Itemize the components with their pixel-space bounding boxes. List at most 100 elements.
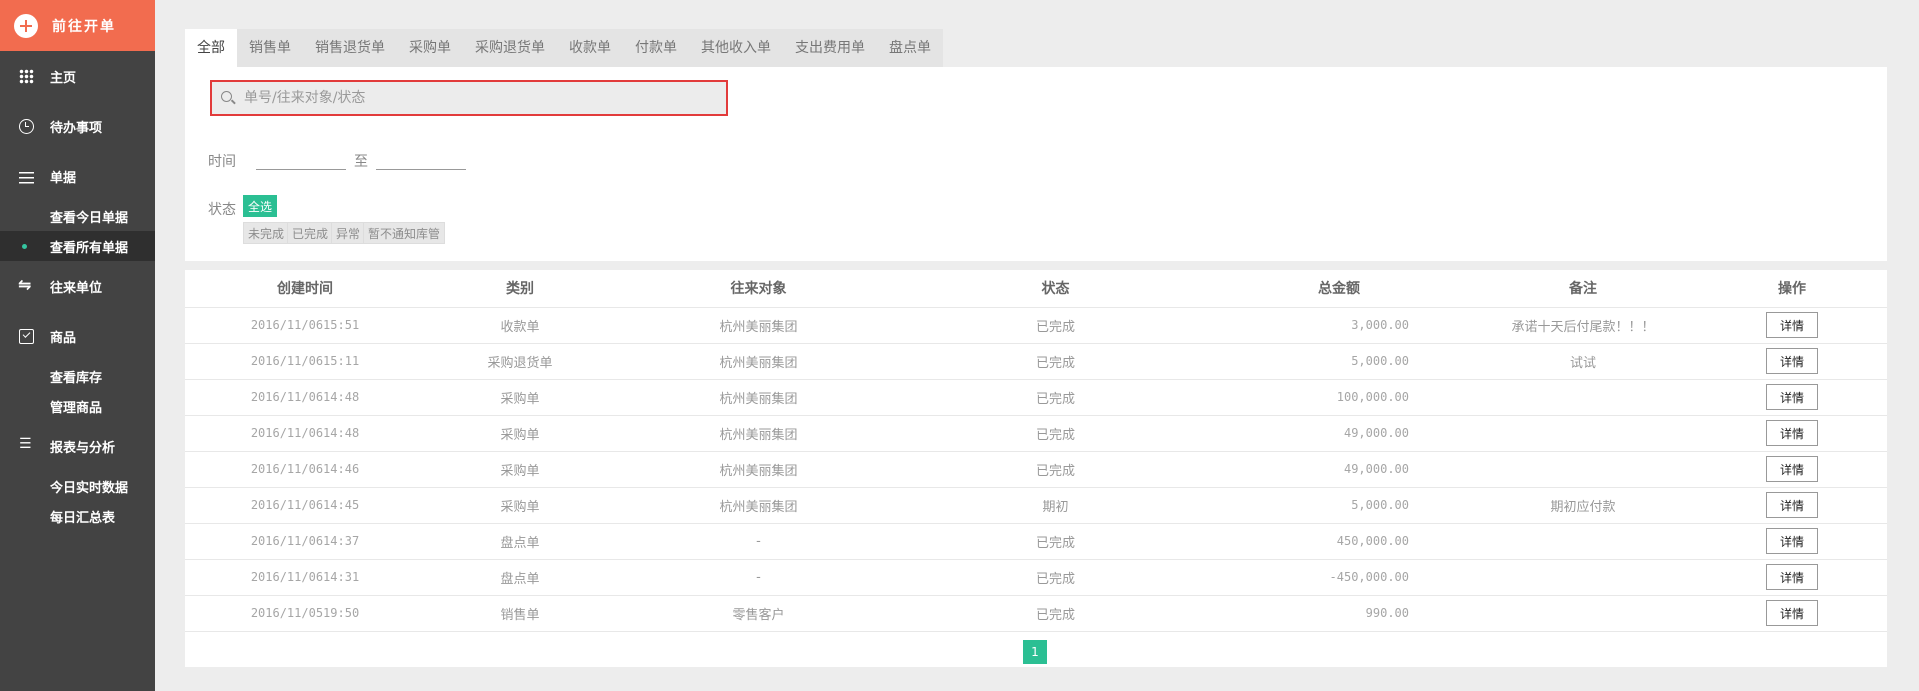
sidebar-item-documents[interactable]: 单据 (0, 151, 155, 201)
list-icon (19, 171, 34, 184)
cell-total-amount: 49,000.00 (1209, 451, 1469, 488)
status-chip-no-notify[interactable]: 暂不通知库管 (363, 222, 446, 244)
detail-button[interactable]: 详情 (1766, 492, 1818, 518)
cell-counterparty: 杭州美丽集团 (615, 343, 902, 380)
cell-category: 盘点单 (425, 559, 615, 596)
tab-4[interactable]: 采购退货单 (463, 29, 557, 67)
swap-icon (18, 275, 34, 294)
sidebar-item-realtime-data[interactable]: 今日实时数据 (0, 471, 155, 501)
status-all-chip[interactable]: 全选 (243, 195, 278, 217)
cell-created-time: 2016/11/0614:37 (185, 523, 425, 560)
cell-created-time: 2016/11/0615:51 (185, 307, 425, 344)
cell-counterparty: 杭州美丽集团 (615, 307, 902, 344)
sidebar-item-partners[interactable]: 往来单位 (0, 261, 155, 311)
cell-remark: 期初应付款 (1469, 487, 1697, 524)
column-header: 类别 (425, 270, 615, 308)
cell-remark (1469, 379, 1697, 416)
new-order-button[interactable]: 前往开单 (0, 0, 155, 51)
cell-remark (1469, 451, 1697, 488)
cell-counterparty: 杭州美丽集团 (615, 415, 902, 452)
page-button-current[interactable]: 1 (1023, 640, 1047, 664)
cell-created-time: 2016/11/0614:31 (185, 559, 425, 596)
cell-category: 采购单 (425, 487, 615, 524)
cell-created-time: 2016/11/0614:48 (185, 415, 425, 452)
sidebar-item-label: 查看今日单据 (50, 210, 129, 226)
cell-status: 已完成 (902, 379, 1209, 416)
detail-button[interactable]: 详情 (1766, 348, 1818, 374)
cell-action: 详情 (1697, 307, 1887, 344)
cell-status: 已完成 (902, 523, 1209, 560)
cell-total-amount: 3,000.00 (1209, 307, 1469, 344)
report-icon (19, 436, 34, 454)
cell-action: 详情 (1697, 379, 1887, 416)
status-chip-incomplete[interactable]: 未完成 (243, 222, 290, 244)
detail-button[interactable]: 详情 (1766, 528, 1818, 554)
sidebar-item-label: 每日汇总表 (50, 510, 116, 526)
end-date-input[interactable] (376, 152, 466, 170)
detail-button[interactable]: 详情 (1766, 312, 1818, 338)
cell-category: 盘点单 (425, 523, 615, 560)
cell-category: 采购单 (425, 379, 615, 416)
tab-0[interactable]: 全部 (185, 29, 237, 67)
sidebar-item-daily-summary[interactable]: 每日汇总表 (0, 501, 155, 531)
column-header: 备注 (1469, 270, 1697, 308)
table-row: 2016/11/0519:50 销售单 零售客户 已完成 990.00 详情 (185, 595, 1887, 632)
table-row: 2016/11/0615:51 收款单 杭州美丽集团 已完成 3,000.00 承诺十天后… (185, 307, 1887, 344)
sidebar-item-label: 报表与分析 (50, 440, 116, 456)
cell-action: 详情 (1697, 559, 1887, 596)
status-chip-abnormal[interactable]: 异常 (331, 222, 366, 244)
sidebar: 前往开单 主页待办事项单据查看今日单据查看所有单据往来单位商品查看库存管理商品报… (0, 0, 155, 691)
tab-1[interactable]: 销售单 (237, 29, 303, 67)
detail-button[interactable]: 详情 (1766, 384, 1818, 410)
detail-button[interactable]: 详情 (1766, 564, 1818, 590)
cell-created-time: 2016/11/0614:46 (185, 451, 425, 488)
cell-category: 收款单 (425, 307, 615, 344)
cell-total-amount: 100,000.00 (1209, 379, 1469, 416)
cell-created-time: 2016/11/0519:50 (185, 595, 425, 632)
sidebar-item-todo[interactable]: 待办事项 (0, 101, 155, 151)
detail-button[interactable]: 详情 (1766, 600, 1818, 626)
tab-3[interactable]: 采购单 (397, 29, 463, 67)
table-row: 2016/11/0614:31 盘点单 - 已完成 -450,000.00 详情 (185, 559, 1887, 596)
check-icon (19, 328, 34, 344)
cell-counterparty: - (615, 523, 902, 560)
tab-9[interactable]: 盘点单 (877, 29, 943, 67)
column-header: 往来对象 (615, 270, 902, 308)
search-icon (221, 91, 232, 102)
sidebar-item-products[interactable]: 商品 (0, 311, 155, 361)
column-header: 总金额 (1209, 270, 1469, 308)
cell-total-amount: 5,000.00 (1209, 487, 1469, 524)
cell-status: 已完成 (902, 595, 1209, 632)
sidebar-item-reports[interactable]: 报表与分析 (0, 421, 155, 471)
cell-created-time: 2016/11/0614:45 (185, 487, 425, 524)
cell-counterparty: 零售客户 (615, 595, 902, 632)
table-row: 2016/11/0614:48 采购单 杭州美丽集团 已完成 49,000.00 详情 (185, 415, 1887, 452)
cell-remark: 承诺十天后付尾款！！！ (1469, 307, 1697, 344)
plus-icon (14, 13, 38, 38)
cell-remark (1469, 559, 1697, 596)
time-separator: 至 (354, 154, 368, 170)
status-chip-completed[interactable]: 已完成 (287, 222, 334, 244)
sidebar-item-label: 商品 (50, 330, 77, 346)
cell-created-time: 2016/11/0615:11 (185, 343, 425, 380)
cell-remark: 试试 (1469, 343, 1697, 380)
cell-action: 详情 (1697, 343, 1887, 380)
start-date-input[interactable] (256, 152, 346, 170)
sidebar-item-today-documents[interactable]: 查看今日单据 (0, 201, 155, 231)
tab-7[interactable]: 其他收入单 (689, 29, 783, 67)
search-box (210, 80, 728, 116)
sidebar-item-all-documents[interactable]: 查看所有单据 (0, 231, 155, 261)
tab-2[interactable]: 销售退货单 (303, 29, 397, 67)
search-input[interactable] (244, 82, 714, 114)
tab-8[interactable]: 支出费用单 (783, 29, 877, 67)
sidebar-item-manage-products[interactable]: 管理商品 (0, 391, 155, 421)
sidebar-item-home[interactable]: 主页 (0, 51, 155, 101)
tab-6[interactable]: 付款单 (623, 29, 689, 67)
detail-button[interactable]: 详情 (1766, 420, 1818, 446)
sidebar-item-inventory[interactable]: 查看库存 (0, 361, 155, 391)
tab-5[interactable]: 收款单 (557, 29, 623, 67)
table-header-row: 创建时间 类别 往来对象 状态 总金额 备注 操作 (185, 270, 1887, 308)
detail-button[interactable]: 详情 (1766, 456, 1818, 482)
time-filter: 时间 至 (208, 151, 474, 171)
cell-remark (1469, 415, 1697, 452)
